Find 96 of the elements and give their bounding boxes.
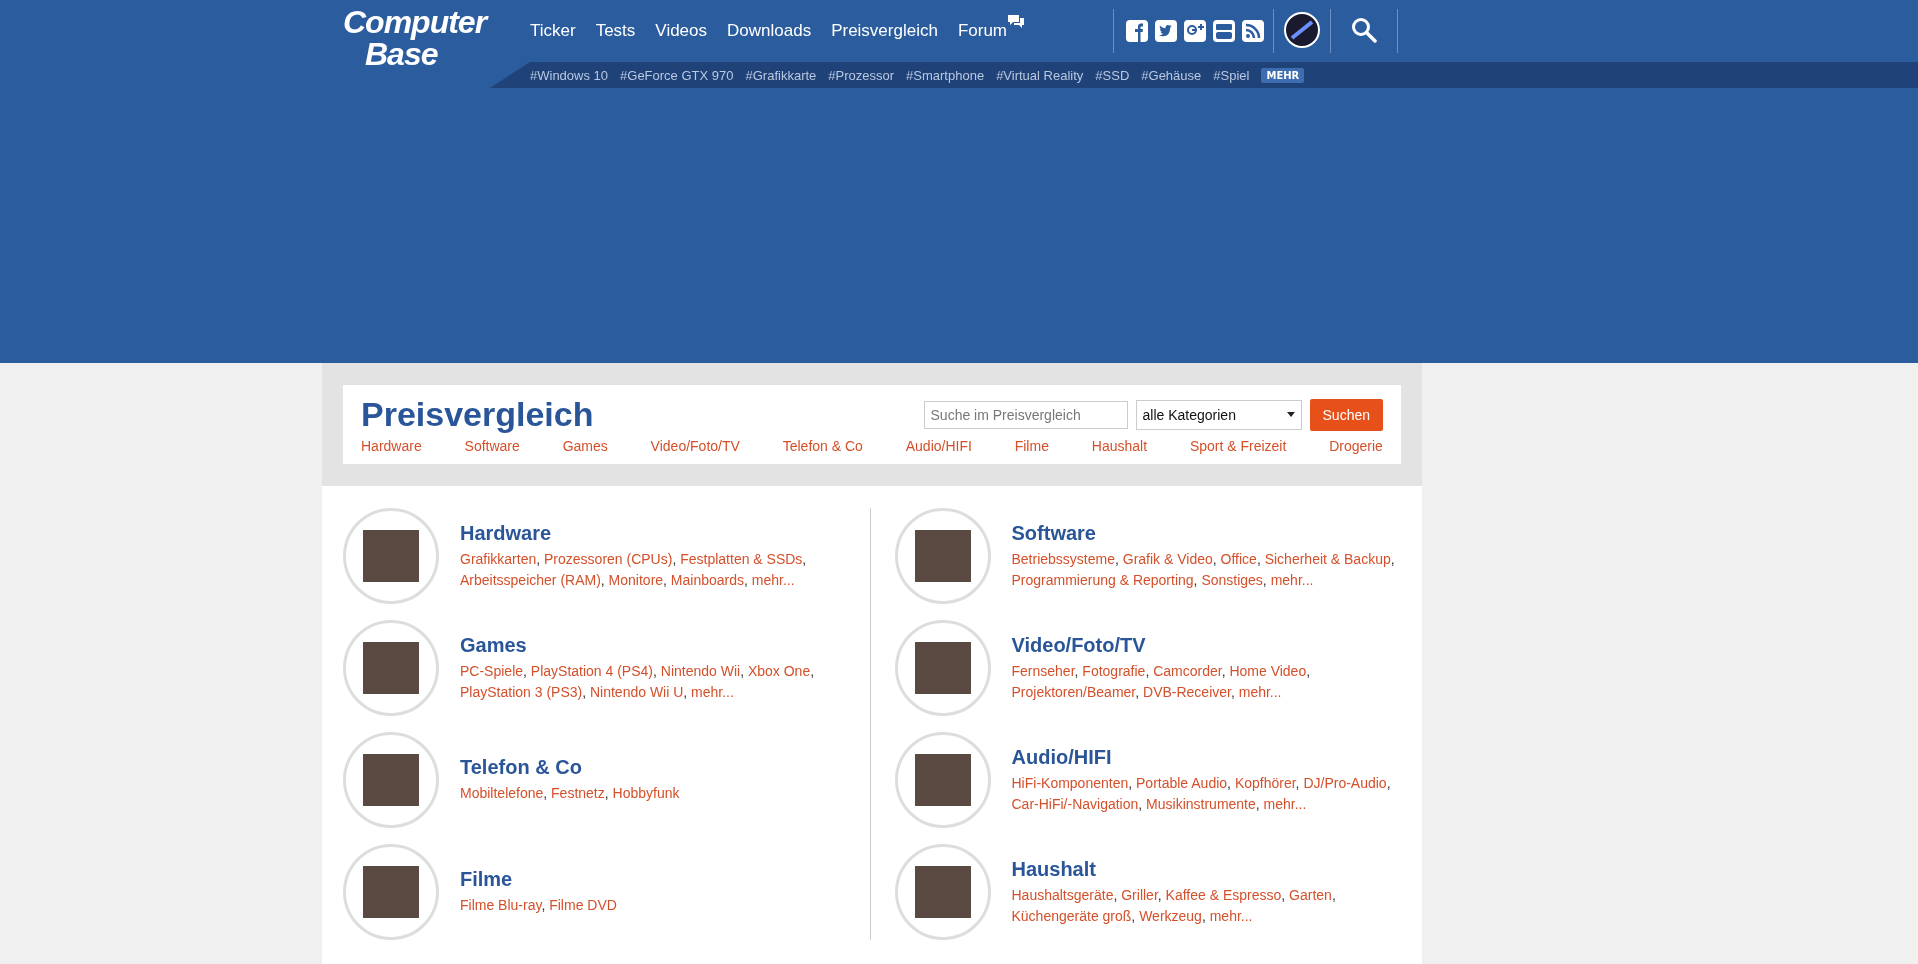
- subcategory-link[interactable]: Xbox One: [747, 662, 811, 679]
- subcategory-list: Betriebssysteme, Grafik & Video, Office, Sicherheit & Backup, Programmierung & Reporting, Sonstiges, mehr...: [1011, 548, 1401, 591]
- subcategory-link[interactable]: Betriebssysteme: [1011, 550, 1115, 567]
- nav-link[interactable]: Forum: [957, 21, 1008, 41]
- subcategory-link[interactable]: mehr...: [751, 571, 795, 588]
- subcategory-link[interactable]: DJ/Pro-Audio: [1303, 774, 1387, 791]
- subcategory-link[interactable]: Garten: [1289, 886, 1332, 903]
- subcategory-link[interactable]: Grafik & Video: [1122, 550, 1213, 567]
- photo-placeholder: [914, 530, 971, 582]
- subcategory-link[interactable]: PlayStation 4 (PS4): [530, 662, 653, 679]
- subcategory-link[interactable]: Sonstiges: [1201, 571, 1263, 588]
- category-link[interactable]: Software: [464, 438, 520, 454]
- category-heading-link[interactable]: Hardware: [460, 521, 850, 545]
- category-dropdown[interactable]: alle Kategorien: [1135, 399, 1302, 430]
- nav-link[interactable]: Preisvergleich: [831, 21, 938, 41]
- tag-link[interactable]: #Gehäuse: [1141, 67, 1202, 83]
- subcategory-link[interactable]: Programmierung & Reporting: [1011, 571, 1194, 588]
- subcategory-link[interactable]: mehr...: [691, 683, 734, 700]
- category-link[interactable]: Video/Foto/TV: [650, 438, 740, 454]
- category-link[interactable]: Telefon & Co: [782, 438, 863, 454]
- category-link[interactable]: Games: [562, 438, 608, 454]
- subcategory-list: Filme Blu-ray, Filme DVD: [460, 895, 617, 916]
- caret-icon: [1286, 412, 1295, 417]
- subcategory-link[interactable]: mehr...: [1209, 907, 1253, 924]
- search-icon[interactable]: [1351, 17, 1377, 43]
- tag-link[interactable]: #SSD: [1095, 67, 1130, 83]
- subcategory-list: PC-Spiele, PlayStation 4 (PS4), Nintendo Wii, Xbox One, PlayStation 3 (PS3), Nintendo Wii U, mehr...: [460, 660, 850, 703]
- site-logo[interactable]: Computer Base: [343, 0, 508, 88]
- photo-placeholder: [363, 642, 419, 694]
- subcategory-link[interactable]: DVB-Receiver: [1143, 683, 1231, 700]
- tag-link[interactable]: #Smartphone: [906, 67, 985, 83]
- subcategory-link[interactable]: Office: [1220, 550, 1257, 567]
- tag-link[interactable]: #Windows 10: [530, 67, 609, 83]
- facebook-icon[interactable]: [1126, 20, 1148, 42]
- tag-link[interactable]: #Prozessor: [828, 67, 895, 83]
- search-field[interactable]: Suche im Preisvergleich: [923, 400, 1128, 429]
- subcategory-link[interactable]: Mobiltelefone: [460, 785, 544, 801]
- subcategory-link[interactable]: Kopfhörer: [1234, 774, 1296, 791]
- subcategory-link[interactable]: Monitore: [608, 571, 664, 588]
- speech-bubble-icon: [1007, 13, 1026, 29]
- subcategory-list: Mobiltelefone, Festnetz, Hobbyfunk: [460, 783, 680, 804]
- category-link[interactable]: Sport & Freizeit: [1189, 438, 1287, 454]
- subcategory-link[interactable]: Mainboards: [670, 571, 744, 588]
- nav-link[interactable]: Downloads: [727, 21, 812, 41]
- category-link[interactable]: Hardware: [361, 438, 422, 454]
- category-heading-link[interactable]: Games: [460, 633, 850, 657]
- subcategory-link[interactable]: Projektoren/Beamer: [1011, 683, 1136, 700]
- subcategory-link[interactable]: mehr...: [1270, 571, 1314, 588]
- category-link[interactable]: Audio/HIFI: [905, 438, 972, 454]
- subcategory-link[interactable]: mehr...: [1238, 683, 1282, 700]
- subcategory-link[interactable]: Festnetz: [551, 785, 605, 801]
- user-avatar-icon[interactable]: [1284, 12, 1320, 48]
- subcategory-link[interactable]: Hobbyfunk: [612, 785, 680, 801]
- page-title: Preisvergleich: [361, 395, 594, 434]
- photo-placeholder: [914, 642, 971, 694]
- nav-link[interactable]: Tests: [595, 21, 636, 41]
- google-plus-icon[interactable]: [1184, 20, 1206, 42]
- twitter-icon[interactable]: [1155, 20, 1177, 42]
- subcategory-link[interactable]: mehr...: [1263, 795, 1307, 812]
- subcategory-link[interactable]: Musikinstrumente: [1146, 795, 1256, 812]
- subcategory-link[interactable]: Sicherheit & Backup: [1264, 550, 1391, 567]
- photo-placeholder: [914, 866, 971, 918]
- photo-placeholder: [363, 866, 419, 918]
- subcategory-link[interactable]: Fotografie: [1082, 662, 1146, 679]
- category-heading-link[interactable]: Telefon & Co: [460, 756, 680, 779]
- tag-link[interactable]: #Virtual Reality: [996, 67, 1084, 83]
- nav-link[interactable]: Ticker: [530, 21, 576, 41]
- subcategory-link[interactable]: Nintendo Wii U: [589, 683, 684, 700]
- subcategory-list: Grafikkarten, Prozessoren (CPUs), Festplatten & SSDs, Arbeitsspeicher (RAM), Monitore, Mainboards, mehr...: [460, 548, 850, 591]
- category-heading-link[interactable]: Filme: [460, 868, 617, 891]
- subcategory-link[interactable]: Filme DVD: [549, 897, 617, 913]
- category-link[interactable]: Drogerie: [1329, 438, 1383, 454]
- tag-link[interactable]: #Spiel: [1213, 67, 1250, 83]
- category-link[interactable]: Haushalt: [1091, 438, 1148, 454]
- subcategory-link[interactable]: Griller: [1121, 886, 1158, 903]
- subcategory-link[interactable]: Camcorder: [1153, 662, 1222, 679]
- subcategory-link[interactable]: Werkzeug: [1139, 907, 1202, 924]
- tag-link[interactable]: #GeForce GTX 970: [620, 67, 734, 83]
- subcategory-link[interactable]: PC-Spiele: [460, 662, 524, 679]
- subcategory-list: HiFi-Komponenten, Portable Audio, Kopfhörer, DJ/Pro-Audio, Car-HiFi/-Navigation, Musikinstrumente, mehr...: [1011, 772, 1401, 815]
- nav-link[interactable]: Videos: [655, 21, 708, 41]
- category-link[interactable]: Filme: [1014, 438, 1049, 454]
- category-heading-link[interactable]: Audio/HIFI: [1011, 745, 1401, 769]
- category-heading-link[interactable]: Software: [1011, 521, 1401, 545]
- search-button[interactable]: Suchen: [1309, 398, 1383, 431]
- category-heading-link[interactable]: Haushalt: [1011, 857, 1401, 881]
- subcategory-list: Haushaltsgeräte, Griller, Kaffee & Espresso, Garten, Küchengeräte groß, Werkzeug, mehr...: [1011, 884, 1401, 927]
- rss-icon[interactable]: [1242, 20, 1264, 42]
- photo-placeholder: [914, 754, 971, 806]
- photo-placeholder: [363, 530, 419, 582]
- subcategory-list: Fernseher, Fotografie, Camcorder, Home Video, Projektoren/Beamer, DVB-Receiver, mehr...: [1011, 660, 1401, 703]
- tag-link[interactable]: #Grafikkarte: [745, 67, 817, 83]
- subcategory-link[interactable]: Arbeitsspeicher (RAM): [460, 571, 601, 588]
- photo-placeholder: [363, 754, 419, 806]
- subcategory-link[interactable]: Fernseher: [1011, 662, 1075, 679]
- category-heading-link[interactable]: Video/Foto/TV: [1011, 633, 1401, 657]
